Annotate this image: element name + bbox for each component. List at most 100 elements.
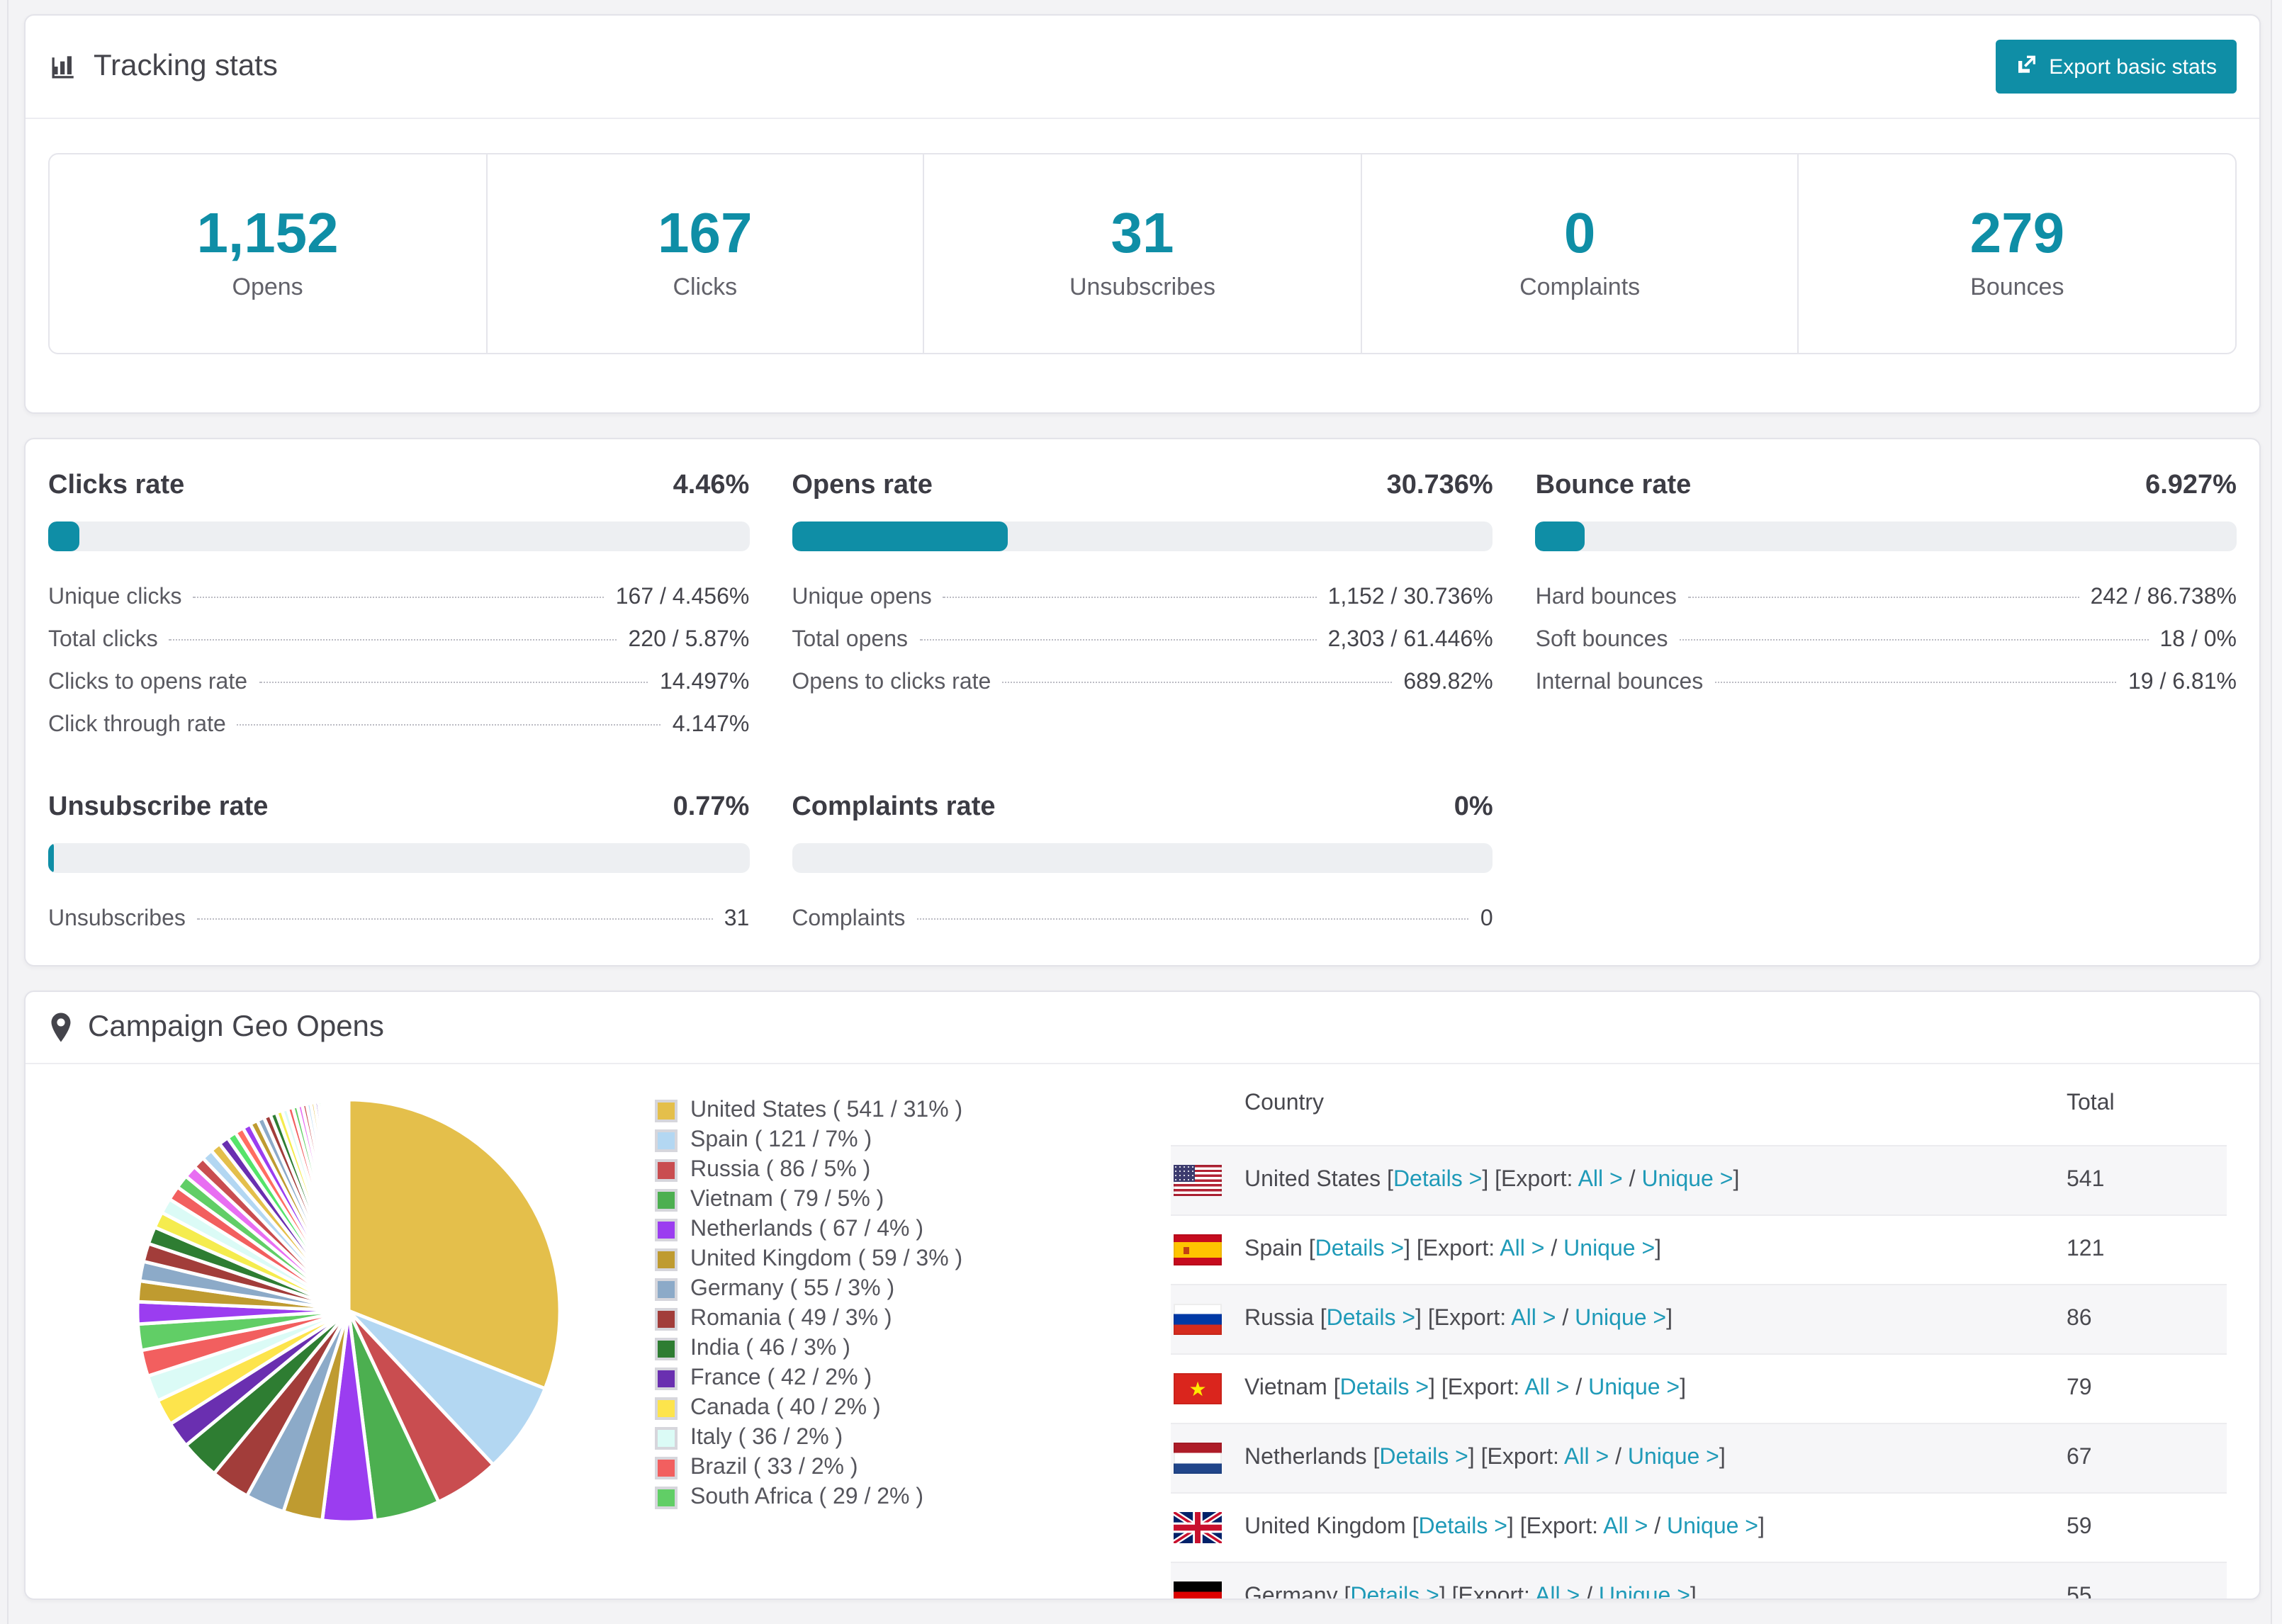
summary-complaints: 0 Complaints: [1360, 154, 1798, 353]
export-all-link[interactable]: All >: [1564, 1445, 1609, 1470]
legend-swatch: [655, 1189, 678, 1212]
total-value: 79: [2067, 1376, 2092, 1400]
total-value: 86: [2067, 1307, 2092, 1331]
legend-label: Romania ( 49 / 3% ): [690, 1307, 892, 1331]
bounce-rate-panel: Bounce rate 6.927% Hard bounces 242 / 86.…: [1535, 470, 2237, 755]
opens-to-clicks-row: Opens to clicks rate 689.82%: [792, 670, 1493, 694]
export-unique-link[interactable]: Unique >: [1575, 1307, 1666, 1331]
click-through-row: Click through rate 4.147%: [48, 713, 750, 737]
tracking-stats-page: Tracking stats Export basic stats 1,152 …: [0, 0, 2282, 1624]
legend-swatch: [655, 1159, 678, 1182]
total-value: 541: [2067, 1168, 2105, 1192]
details-link[interactable]: Details >: [1379, 1445, 1468, 1470]
total-value: 121: [2067, 1237, 2105, 1261]
export-all-link[interactable]: All >: [1535, 1584, 1580, 1598]
legend-swatch: [655, 1129, 678, 1152]
legend-label: Russia ( 86 / 5% ): [690, 1158, 871, 1182]
summary-bounces: 279 Bounces: [1797, 154, 2235, 353]
opens-rate-panel: Opens rate 30.736% Unique opens 1,152 / 3…: [792, 470, 1493, 755]
legend-label: France ( 42 / 2% ): [690, 1366, 872, 1390]
legend-label: Germany ( 55 / 3% ): [690, 1277, 895, 1301]
flag-es-icon: [1174, 1234, 1222, 1265]
complaints-rate-panel: Complaints rate 0% Complaints 0: [792, 792, 1493, 949]
legend-item-vietnam: Vietnam ( 79 / 5% ): [655, 1188, 962, 1212]
page-scrollbar[interactable]: [2271, 0, 2282, 1624]
details-link[interactable]: Details >: [1419, 1515, 1507, 1539]
bounces-count: 279: [1969, 203, 2065, 265]
export-all-link[interactable]: All >: [1511, 1307, 1556, 1331]
legend-label: United States ( 541 / 31% ): [690, 1098, 963, 1122]
complaints-rate-value: 0%: [1454, 792, 1493, 822]
legend-swatch: [655, 1338, 678, 1360]
export-button-label: Export basic stats: [2049, 55, 2217, 79]
pie-slice-other-42[interactable]: [345, 1098, 351, 1313]
export-unique-link[interactable]: Unique >: [1588, 1376, 1680, 1400]
geo-title: Campaign Geo Opens: [48, 1010, 384, 1044]
legend-swatch: [655, 1100, 678, 1122]
legend-label: Brazil ( 33 / 2% ): [690, 1455, 858, 1479]
unsubscribe-rate-panel: Unsubscribe rate 0.77% Unsubscribes 31: [48, 792, 750, 949]
country-column-header: Country: [1244, 1091, 1325, 1115]
summary-unsubscribes: 31 Unsubscribes: [923, 154, 1360, 353]
table-row-united-kingdom: United Kingdom [Details >] [Export: All …: [1171, 1492, 2227, 1562]
rates-grid: Clicks rate 4.46% Unique clicks 167 / 4.4…: [26, 439, 2259, 949]
unsubscribe-rate-title: Unsubscribe rate: [48, 792, 269, 822]
opens-rate-bar: [792, 521, 1493, 551]
export-all-link[interactable]: All >: [1524, 1376, 1569, 1400]
details-link[interactable]: Details >: [1350, 1584, 1439, 1598]
clicks-rate-title: Clicks rate: [48, 470, 185, 500]
complaints-rate-title: Complaints rate: [792, 792, 996, 822]
soft-bounces-row: Soft bounces 18 / 0%: [1535, 628, 2237, 652]
geo-opens-pie-chart[interactable]: [133, 1095, 564, 1526]
campaign-geo-opens-card: Campaign Geo Opens United States ( 541 /…: [24, 991, 2261, 1600]
legend-swatch: [655, 1457, 678, 1479]
export-all-link[interactable]: All >: [1603, 1515, 1648, 1539]
export-basic-stats-button[interactable]: Export basic stats: [1995, 40, 2237, 94]
table-row-germany: Germany [Details >] [Export: All > / Uni…: [1171, 1562, 2227, 1600]
tracking-stats-header: Tracking stats Export basic stats: [26, 16, 2259, 119]
complaints-rate-bar: [792, 843, 1493, 873]
legend-item-netherlands: Netherlands ( 67 / 4% ): [655, 1217, 962, 1241]
export-unique-link[interactable]: Unique >: [1599, 1584, 1690, 1598]
table-row-united-states: United States [Details >] [Export: All >…: [1171, 1145, 2227, 1214]
unique-opens-row: Unique opens 1,152 / 30.736%: [792, 585, 1493, 609]
total-value: 67: [2067, 1445, 2092, 1470]
details-link[interactable]: Details >: [1393, 1168, 1482, 1192]
details-link[interactable]: Details >: [1340, 1376, 1429, 1400]
unsubscribes-count: 31: [1111, 203, 1174, 265]
legend-label: United Kingdom ( 59 / 3% ): [690, 1247, 963, 1271]
summary-clicks: 167 Clicks: [485, 154, 923, 353]
unsubscribes-label: Unsubscribes: [1069, 274, 1215, 300]
legend-label: Spain ( 121 / 7% ): [690, 1128, 872, 1152]
legend-swatch: [655, 1278, 678, 1301]
unsubscribes-row: Unsubscribes 31: [48, 907, 750, 931]
opens-label: Opens: [232, 274, 303, 300]
legend-item-spain: Spain ( 121 / 7% ): [655, 1128, 962, 1152]
export-unique-link[interactable]: Unique >: [1641, 1168, 1733, 1192]
export-unique-link[interactable]: Unique >: [1628, 1445, 1719, 1470]
export-unique-link[interactable]: Unique >: [1667, 1515, 1758, 1539]
page-title-label: Tracking stats: [94, 50, 278, 82]
flag-gb-icon: [1174, 1512, 1222, 1543]
complaints-count: 0: [1563, 203, 1596, 265]
export-all-link[interactable]: All >: [1578, 1168, 1623, 1192]
export-unique-link[interactable]: Unique >: [1563, 1237, 1655, 1261]
clicks-to-opens-row: Clicks to opens rate 14.497%: [48, 670, 750, 694]
page-title: Tracking stats: [48, 50, 278, 84]
table-row-spain: Spain [Details >] [Export: All > / Uniqu…: [1171, 1214, 2227, 1284]
legend-swatch: [655, 1219, 678, 1241]
legend-item-canada: Canada ( 40 / 2% ): [655, 1396, 962, 1420]
flag-nl-icon: [1174, 1443, 1222, 1474]
complaints-label: Complaints: [1519, 274, 1641, 300]
legend-item-germany: Germany ( 55 / 3% ): [655, 1277, 962, 1301]
total-value: 55: [2067, 1584, 2092, 1600]
flag-vn-icon: [1174, 1373, 1222, 1404]
opens-count: 1,152: [196, 203, 339, 265]
clicks-rate-bar: [48, 521, 750, 551]
export-all-link[interactable]: All >: [1500, 1237, 1544, 1261]
summary-stats-row: 1,152 Opens 167 Clicks 31 Unsubscribes 0…: [48, 153, 2237, 354]
legend-swatch: [655, 1487, 678, 1509]
details-link[interactable]: Details >: [1327, 1307, 1415, 1331]
details-link[interactable]: Details >: [1315, 1237, 1404, 1261]
legend-swatch: [655, 1308, 678, 1331]
